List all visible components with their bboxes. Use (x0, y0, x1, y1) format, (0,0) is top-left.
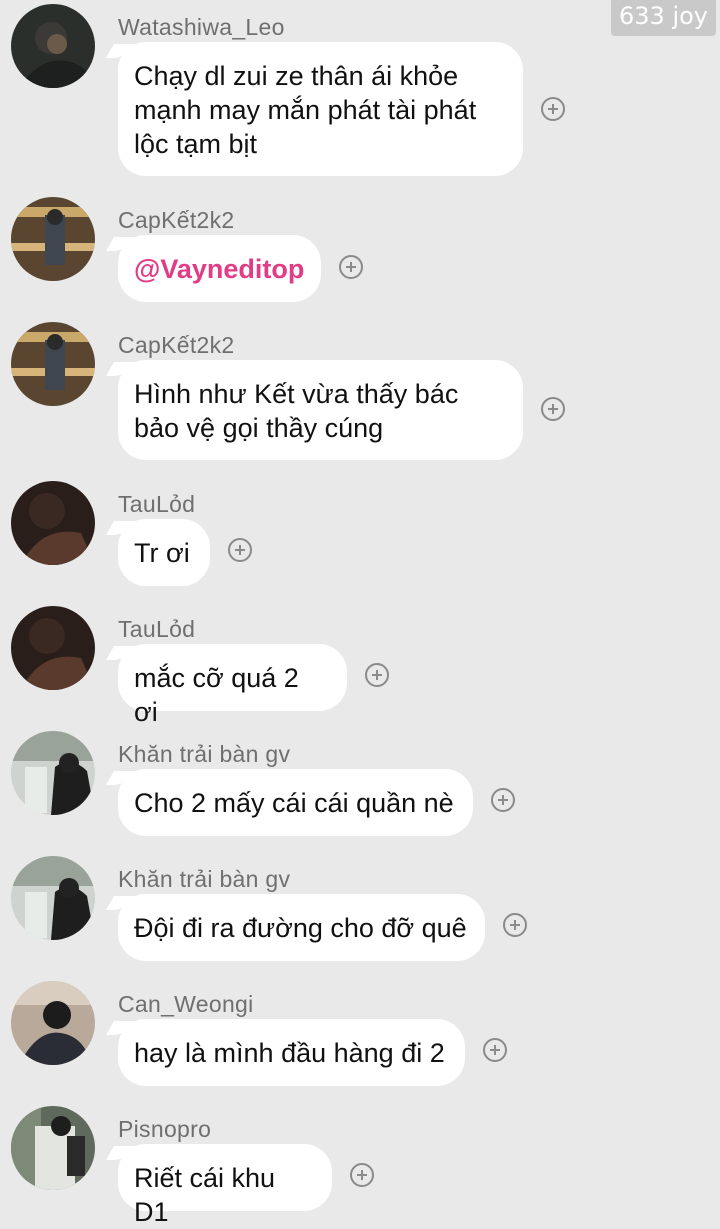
add-reaction-icon[interactable] (491, 788, 515, 812)
add-reaction-icon[interactable] (365, 663, 389, 687)
message-row: Khăn trải bàn gv Đội đi ra đường cho đỡ … (0, 856, 720, 966)
message-text: Tr ơi (134, 538, 190, 568)
avatar[interactable] (11, 481, 95, 565)
message-row: TauLỏd mắc cỡ quá 2 ơi (0, 606, 720, 727)
message-row: Pisnopro Riết cái khu D1 (0, 1106, 720, 1227)
message-bubble[interactable]: Chạy dl zui ze thân ái khỏe mạnh may mắn… (118, 42, 523, 176)
add-reaction-icon[interactable] (541, 97, 565, 121)
message-row: TauLỏd Tr ơi (0, 481, 720, 591)
sender-name: Can_Weongi (118, 991, 254, 1017)
avatar[interactable] (11, 322, 95, 406)
message-text: Chạy dl zui ze thân ái khỏe mạnh may mắn… (134, 61, 477, 159)
add-reaction-icon[interactable] (228, 538, 252, 562)
message-bubble[interactable]: Hình như Kết vừa thấy bác bảo vệ gọi thầ… (118, 360, 523, 460)
sender-name: Watashiwa_Leo (118, 14, 285, 40)
avatar[interactable] (11, 606, 95, 690)
add-reaction-icon[interactable] (483, 1038, 507, 1062)
message-text: hay là mình đầu hàng đi 2 (134, 1038, 445, 1068)
message-row: CapKết2k2 @Vayneditop (0, 197, 720, 307)
avatar[interactable] (11, 197, 95, 281)
avatar[interactable] (11, 4, 95, 88)
sender-name: CapKết2k2 (118, 332, 235, 358)
message-bubble[interactable]: hay là mình đầu hàng đi 2 (118, 1019, 465, 1086)
avatar[interactable] (11, 856, 95, 940)
message-bubble[interactable]: Đội đi ra đường cho đỡ quê (118, 894, 485, 961)
message-row: Khăn trải bàn gv Cho 2 mấy cái cái quần … (0, 731, 720, 841)
message-bubble[interactable]: mắc cỡ quá 2 ơi (118, 644, 347, 727)
sender-name: Pisnopro (118, 1116, 212, 1142)
add-reaction-icon[interactable] (503, 913, 527, 937)
message-bubble[interactable]: Riết cái khu D1 (118, 1144, 332, 1227)
avatar[interactable] (11, 1106, 95, 1190)
message-text: Cho 2 mấy cái cái quần nè (134, 788, 454, 818)
message-text: Hình như Kết vừa thấy bác bảo vệ gọi thầ… (134, 379, 459, 443)
avatar[interactable] (11, 981, 95, 1065)
message-bubble[interactable]: Cho 2 mấy cái cái quần nè (118, 769, 473, 836)
sender-name: Khăn trải bàn gv (118, 866, 291, 892)
sender-name: TauLỏd (118, 491, 196, 517)
avatar[interactable] (11, 731, 95, 815)
add-reaction-icon[interactable] (350, 1163, 374, 1187)
message-row: CapKết2k2 Hình như Kết vừa thấy bác bảo … (0, 322, 720, 462)
sender-name: Khăn trải bàn gv (118, 741, 291, 767)
message-bubble[interactable]: @Vayneditop (118, 235, 321, 302)
message-text: mắc cỡ quá 2 ơi (134, 663, 299, 727)
sender-name: TauLỏd (118, 616, 196, 642)
message-text: Riết cái khu D1 (134, 1163, 276, 1227)
message-row: Can_Weongi hay là mình đầu hàng đi 2 (0, 981, 720, 1091)
add-reaction-icon[interactable] (339, 255, 363, 279)
message-row: Watashiwa_Leo Chạy dl zui ze thân ái khỏ… (0, 4, 720, 180)
message-text: Đội đi ra đường cho đỡ quê (134, 913, 467, 943)
mention-link[interactable]: @Vayneditop (134, 254, 304, 284)
sender-name: CapKết2k2 (118, 207, 235, 233)
add-reaction-icon[interactable] (541, 397, 565, 421)
message-bubble[interactable]: Tr ơi (118, 519, 210, 586)
